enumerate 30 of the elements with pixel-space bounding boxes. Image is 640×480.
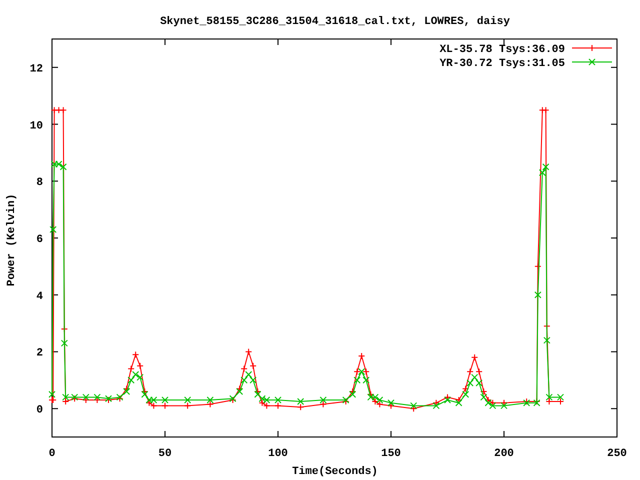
y-tick-label: 6 <box>36 234 43 246</box>
point-marker <box>60 340 68 347</box>
y-tick-label: 2 <box>36 348 43 360</box>
y-tick-label: 10 <box>30 120 43 132</box>
point-marker <box>250 362 257 370</box>
x-tick-label: 0 <box>48 448 56 460</box>
y-tick-label: 4 <box>36 290 43 303</box>
point-marker <box>534 262 542 270</box>
y-tick-label: 8 <box>36 177 43 190</box>
x-tick-label: 150 <box>381 448 401 460</box>
point-marker <box>534 291 542 298</box>
y-tick-label: 0 <box>36 404 43 417</box>
point-marker <box>50 226 57 233</box>
point-marker <box>245 348 252 356</box>
chart-title: Skynet_58155_3C286_31504_31618_cal.txt, LOWRES, daisy <box>160 16 510 28</box>
point-marker <box>358 352 366 360</box>
x-tick-label: 100 <box>268 448 288 460</box>
x-tick-label: 50 <box>158 448 172 460</box>
point-marker <box>136 362 144 370</box>
x-tick-label: 200 <box>494 448 514 460</box>
point-marker <box>132 351 140 358</box>
legend-label: YR-30.72 Tsys:31.05 <box>440 58 565 70</box>
y-tick-label: 12 <box>30 63 43 76</box>
point-marker <box>60 326 68 332</box>
point-marker <box>471 354 478 361</box>
legend-label: XL-35.78 Tsys:36.09 <box>440 44 565 56</box>
point-marker <box>543 336 550 344</box>
y-axis-title: Power (Kelvin) <box>6 194 18 286</box>
x-axis-title: Time(Seconds) <box>292 466 378 478</box>
x-tick-label: 250 <box>607 448 627 460</box>
